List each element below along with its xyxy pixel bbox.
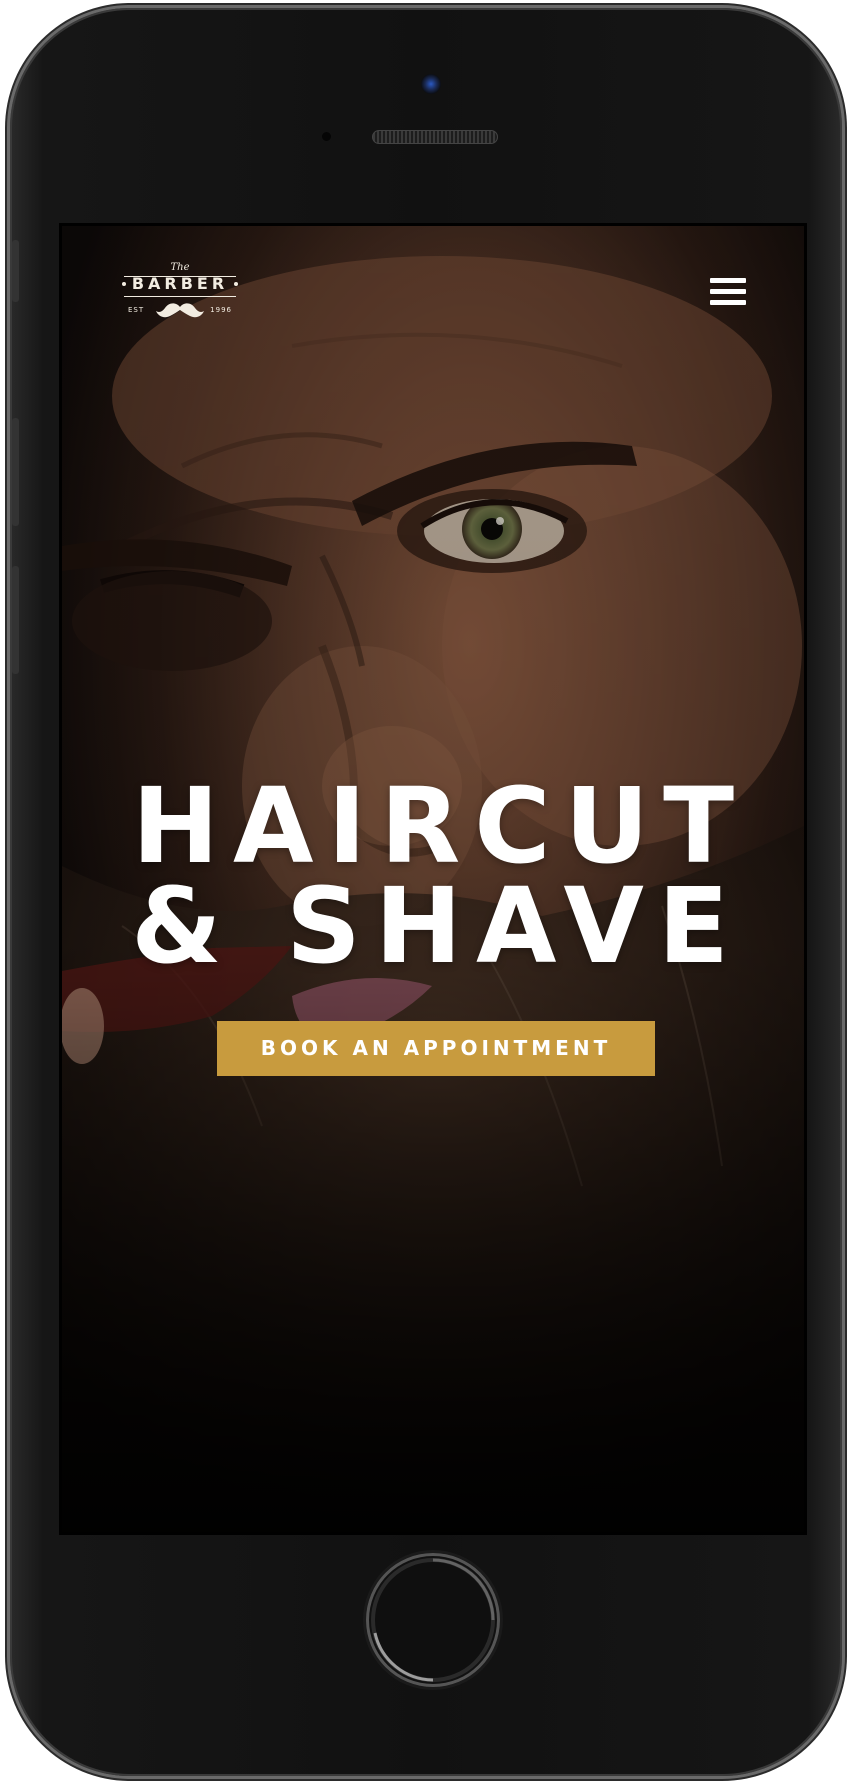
book-appointment-button[interactable]: BOOK AN APPOINTMENT	[217, 1021, 655, 1076]
logo-wordmark: BARBER	[131, 274, 229, 293]
proximity-sensor	[322, 132, 331, 141]
hero-headline-line-1: HAIRCUT	[131, 765, 749, 887]
logo-script-text: The	[170, 262, 190, 273]
logo-est-label: EST	[128, 306, 145, 314]
volume-up-button	[12, 418, 19, 526]
volume-down-button	[12, 566, 19, 674]
silent-switch	[12, 240, 19, 302]
front-camera	[421, 74, 441, 94]
mustache-icon	[156, 303, 204, 318]
hamburger-menu-icon[interactable]	[710, 276, 746, 308]
logo-year: 1996	[210, 306, 232, 314]
screen: The BARBER EST 1996 HAIRCUT & SHAVE BOOK…	[59, 223, 807, 1535]
phone-frame: The BARBER EST 1996 HAIRCUT & SHAVE BOOK…	[10, 8, 842, 1776]
earpiece-speaker	[372, 130, 498, 144]
hero-headline-line-2: & SHAVE	[131, 865, 743, 987]
logo-dot-right	[234, 282, 238, 286]
menu-bar	[710, 300, 746, 305]
barber-logo[interactable]: The BARBER EST 1996	[120, 262, 240, 328]
logo-rule-bottom	[124, 296, 236, 297]
menu-bar	[710, 289, 746, 294]
home-button[interactable]	[366, 1553, 500, 1687]
home-ring-icon	[371, 1558, 495, 1682]
menu-bar	[710, 278, 746, 283]
